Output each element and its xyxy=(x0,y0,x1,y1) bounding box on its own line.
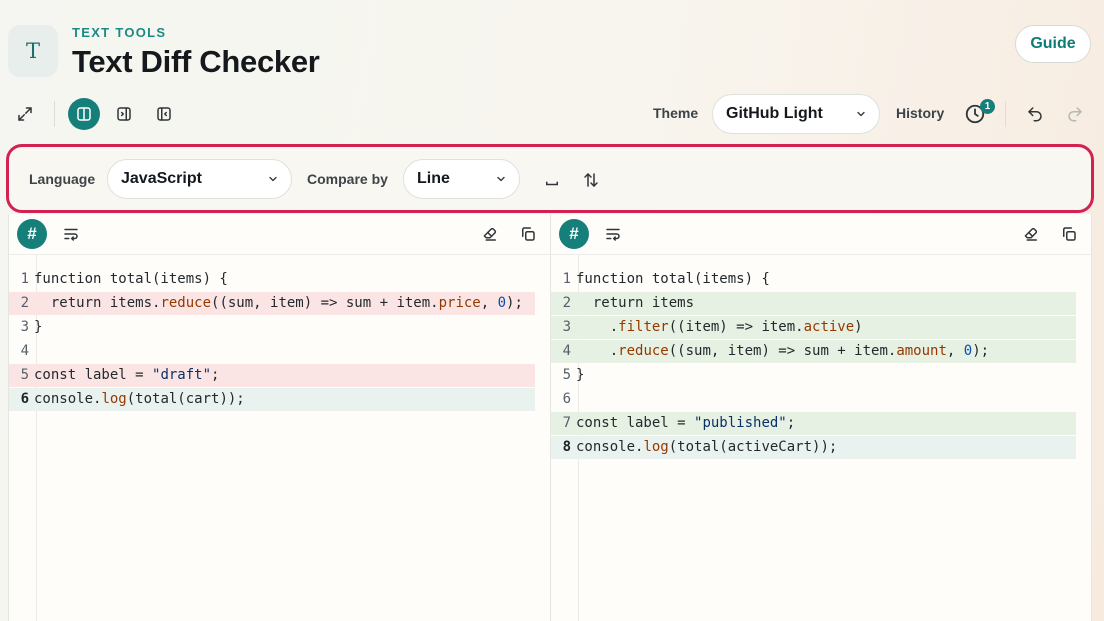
code-line: 6 console.log(total(cart)); xyxy=(9,388,535,411)
code-line: 1 function total(items) { xyxy=(9,268,535,291)
code-line: 1 function total(items) { xyxy=(551,268,1076,291)
line-text: console.log(total(activeCart)); xyxy=(576,439,838,455)
line-number: 2 xyxy=(20,295,29,311)
line-text: return items.reduce((sum, item) => sum +… xyxy=(34,295,523,311)
redo-icon xyxy=(1068,107,1082,122)
panel-left-icon xyxy=(157,107,171,121)
line-number: 2 xyxy=(562,295,571,311)
compare-by-value: Line xyxy=(417,170,450,187)
panel-right-icon xyxy=(117,107,131,121)
line-text: function total(items) { xyxy=(34,271,228,287)
toolbar-divider xyxy=(1005,101,1006,127)
copy-icon xyxy=(522,227,535,241)
undo-icon xyxy=(1028,107,1042,122)
toolbar-divider xyxy=(54,101,55,127)
line-text: .reduce((sum, item) => sum + item.amount… xyxy=(576,343,990,359)
line-number: 3 xyxy=(20,319,29,335)
right-panel-button[interactable] xyxy=(148,98,180,130)
changed-text-pane: # 1 function total(items) { 2 return items… xyxy=(550,214,1092,621)
eraser-icon xyxy=(1024,227,1038,241)
chevron-down-icon xyxy=(497,176,505,182)
redo-button[interactable] xyxy=(1059,98,1091,130)
history-label: History xyxy=(896,105,945,121)
compare-by-select[interactable]: Line xyxy=(403,159,520,199)
line-number: 4 xyxy=(562,343,571,359)
wrap-text-icon xyxy=(64,228,78,241)
theme-select[interactable]: GitHub Light xyxy=(712,94,880,134)
code-line: 3} xyxy=(9,316,535,339)
code-line: 8 console.log(total(activeCart)); xyxy=(551,436,1076,459)
code-line: 6 xyxy=(551,388,1076,411)
app-logo-letter: T xyxy=(25,39,40,63)
code-line: 7 const label = "published"; xyxy=(551,412,1076,435)
theme-value: GitHub Light xyxy=(726,105,823,122)
chevron-down-icon xyxy=(857,111,865,117)
clear-button[interactable] xyxy=(479,223,501,245)
copy-button[interactable] xyxy=(1058,223,1080,245)
pane-toolbar: # xyxy=(9,214,550,255)
compare-by-label: Compare by xyxy=(307,171,388,187)
wrap-lines-button[interactable] xyxy=(602,223,624,245)
code-line: 5 const label = "draft"; xyxy=(9,364,535,387)
line-text: const label = "draft"; xyxy=(34,367,220,383)
left-panel-button[interactable] xyxy=(108,98,140,130)
split-view-button[interactable] xyxy=(68,98,100,130)
line-text: function total(items) { xyxy=(576,271,770,287)
line-number: 6 xyxy=(20,391,29,407)
whitespace-icon xyxy=(546,181,558,186)
line-text: return items xyxy=(576,295,695,311)
ignore-whitespace-button[interactable] xyxy=(536,164,568,196)
chevron-down-icon xyxy=(269,176,277,182)
code-line: 4 xyxy=(9,340,535,363)
line-text: .filter((item) => item.active) xyxy=(576,319,863,335)
eraser-icon xyxy=(483,227,497,241)
expand-icon xyxy=(18,107,32,121)
language-value: JavaScript xyxy=(121,170,202,187)
code-line: 5} xyxy=(551,364,1076,387)
line-text: } xyxy=(576,367,585,383)
app-logo: T xyxy=(8,25,58,77)
code-line: 3 .filter((item) => item.active) xyxy=(551,316,1076,339)
page-title: Text Diff Checker xyxy=(72,44,320,79)
history-count-badge: 1 xyxy=(980,99,995,114)
theme-label: Theme xyxy=(653,105,699,121)
language-select[interactable]: JavaScript xyxy=(107,159,292,199)
swap-vertical-icon xyxy=(584,173,598,187)
expand-button[interactable] xyxy=(9,98,41,130)
copy-button[interactable] xyxy=(517,223,539,245)
code-line: 2 return items.reduce((sum, item) => sum… xyxy=(9,292,535,315)
wrap-text-icon xyxy=(606,228,620,241)
line-numbers-toggle[interactable]: # xyxy=(17,219,47,249)
code-line: 4 .reduce((sum, item) => sum + item.amou… xyxy=(551,340,1076,363)
clear-button[interactable] xyxy=(1020,223,1042,245)
pane-toolbar: # xyxy=(551,214,1091,255)
copy-icon xyxy=(1063,227,1076,241)
line-number: 7 xyxy=(562,415,571,431)
line-number: 1 xyxy=(562,271,571,287)
swap-sides-button[interactable] xyxy=(575,164,607,196)
line-number: 8 xyxy=(562,439,571,455)
code-line: 2 return items xyxy=(551,292,1076,315)
line-number: 1 xyxy=(20,271,29,287)
line-text: } xyxy=(34,319,43,335)
split-view-icon xyxy=(77,107,91,121)
line-number: 3 xyxy=(562,319,571,335)
line-number: 5 xyxy=(20,367,29,383)
guide-button[interactable]: Guide xyxy=(1015,25,1091,63)
line-text: const label = "published"; xyxy=(576,415,796,431)
original-text-pane: # 1 function total(items) { 2 return items… xyxy=(8,214,551,621)
wrap-lines-button[interactable] xyxy=(60,223,82,245)
line-number: 6 xyxy=(562,391,571,407)
line-text: console.log(total(cart)); xyxy=(34,391,245,407)
undo-button[interactable] xyxy=(1019,98,1051,130)
line-number: 4 xyxy=(20,343,29,359)
language-label: Language xyxy=(29,171,96,187)
line-numbers-toggle[interactable]: # xyxy=(559,219,589,249)
section-kicker: TEXT TOOLS xyxy=(72,25,167,40)
diff-options-panel: Language JavaScript Compare by Line xyxy=(6,144,1094,213)
line-number: 5 xyxy=(562,367,571,383)
